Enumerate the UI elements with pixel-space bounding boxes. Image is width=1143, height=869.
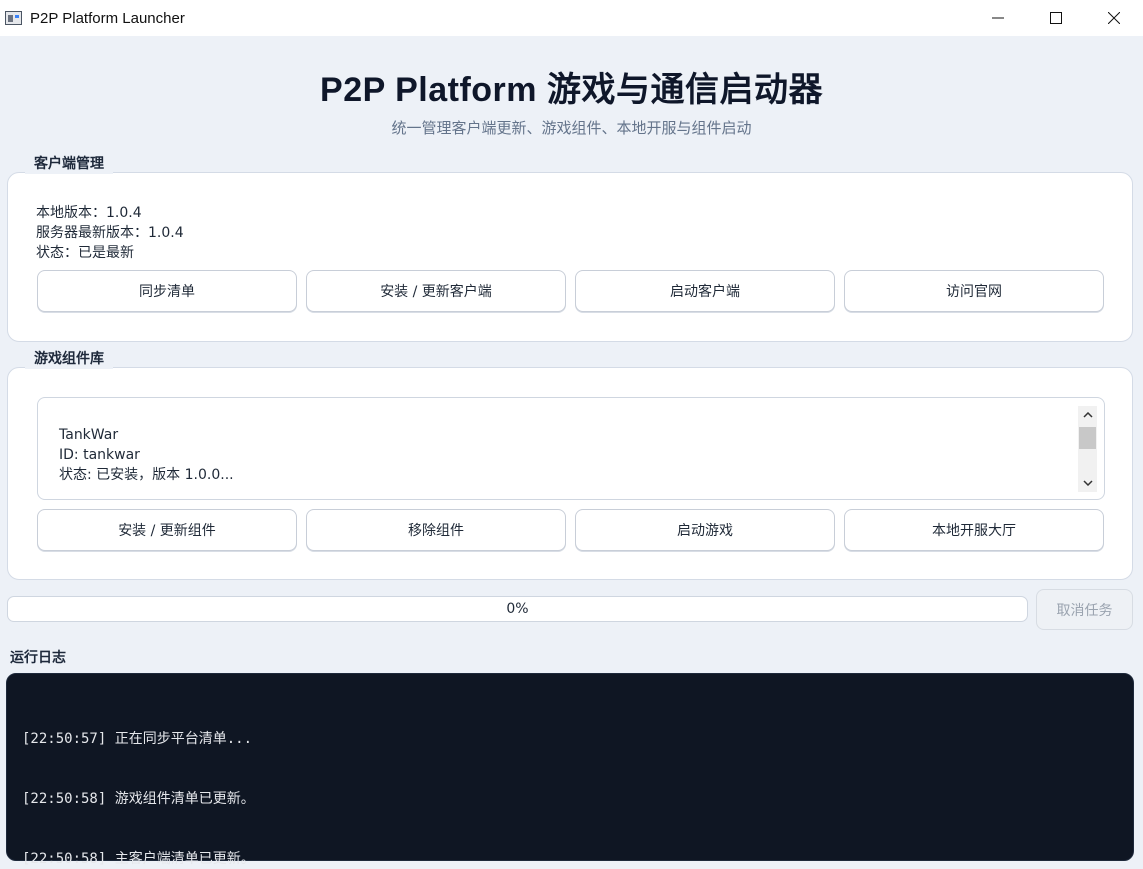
install-update-client-button[interactable]: 安装 / 更新客户端 [306, 270, 566, 312]
component-name: TankWar [59, 427, 119, 443]
title-bar: P2P Platform Launcher [0, 0, 1143, 36]
app-icon [5, 11, 22, 25]
client-management-group: 本地版本：1.0.4 服务器最新版本：1.0.4 状态：已是最新 同步清单 安装… [7, 172, 1133, 342]
server-version-label: 服务器最新版本：1.0.4 [36, 225, 184, 241]
scroll-thumb[interactable] [1079, 427, 1096, 449]
list-scrollbar[interactable] [1078, 406, 1097, 492]
component-status: 状态: 已安装，版本 1.0.0... [59, 467, 234, 483]
components-group-title: 游戏组件库 [25, 349, 113, 369]
scroll-down-button[interactable] [1078, 474, 1097, 492]
client-info: 本地版本：1.0.4 服务器最新版本：1.0.4 状态：已是最新 [36, 203, 184, 263]
minimize-button[interactable] [969, 0, 1027, 36]
close-icon [1108, 12, 1120, 24]
progress-text: 0% [506, 601, 529, 617]
chevron-up-icon [1082, 412, 1093, 418]
close-button[interactable] [1085, 0, 1143, 36]
log-line: [22:50:58] 游戏组件清单已更新。 [22, 791, 255, 807]
launch-client-button[interactable]: 启动客户端 [575, 270, 835, 312]
component-id: ID: tankwar [59, 447, 140, 463]
log-lines: [22:50:57] 正在同步平台清单... [22:50:58] 游戏组件清单… [22, 689, 255, 869]
log-line: [22:50:57] 正在同步平台清单... [22, 731, 253, 747]
log-line: [22:50:58] 主客户端清单已更新。 [22, 851, 255, 867]
maximize-button[interactable] [1027, 0, 1085, 36]
page-subtitle: 统一管理客户端更新、游戏组件、本地开服与组件启动 [391, 119, 752, 137]
page-title: P2P Platform 游戏与通信启动器 [320, 71, 823, 109]
remove-component-button[interactable]: 移除组件 [306, 509, 566, 551]
visit-website-button[interactable]: 访问官网 [844, 270, 1104, 312]
progress-bar: 0% [7, 596, 1028, 622]
cancel-task-button[interactable]: 取消任务 [1036, 589, 1133, 630]
client-button-row: 同步清单 安装 / 更新客户端 启动客户端 访问官网 [37, 270, 1104, 312]
scroll-up-button[interactable] [1078, 406, 1097, 424]
maximize-icon [1050, 12, 1062, 24]
list-item[interactable]: TankWar ID: tankwar 状态: 已安装，版本 1.0.0... [59, 425, 234, 485]
component-button-row: 安装 / 更新组件 移除组件 启动游戏 本地开服大厅 [37, 509, 1104, 551]
window-title: P2P Platform Launcher [30, 9, 185, 27]
launch-game-button[interactable]: 启动游戏 [575, 509, 835, 551]
component-list[interactable]: TankWar ID: tankwar 状态: 已安装，版本 1.0.0... [37, 397, 1105, 500]
window-controls [969, 0, 1143, 36]
local-version-label: 本地版本：1.0.4 [36, 205, 142, 221]
minimize-icon [992, 17, 1004, 19]
log-label: 运行日志 [10, 650, 66, 666]
local-server-lobby-button[interactable]: 本地开服大厅 [844, 509, 1104, 551]
game-components-group: TankWar ID: tankwar 状态: 已安装，版本 1.0.0... … [7, 367, 1133, 580]
client-group-title: 客户端管理 [25, 154, 113, 174]
sync-manifest-button[interactable]: 同步清单 [37, 270, 297, 312]
chevron-down-icon [1082, 480, 1093, 486]
log-panel[interactable]: [22:50:57] 正在同步平台清单... [22:50:58] 游戏组件清单… [6, 673, 1134, 867]
client-status-label: 状态：已是最新 [36, 245, 134, 261]
install-update-component-button[interactable]: 安装 / 更新组件 [37, 509, 297, 551]
